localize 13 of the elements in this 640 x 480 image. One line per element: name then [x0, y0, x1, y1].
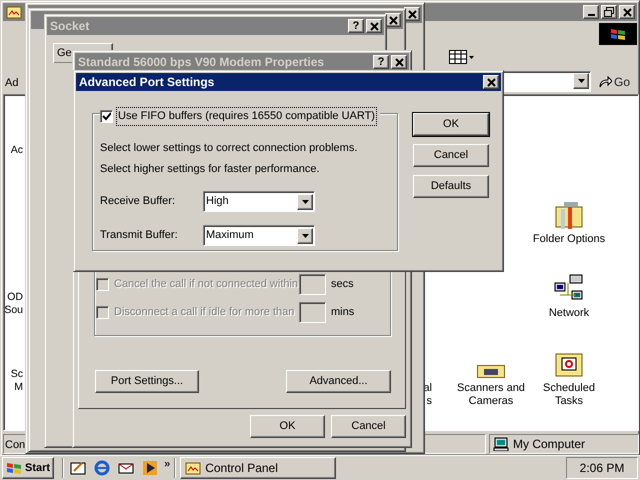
- option-label: Disconnect a call if idle for more than: [114, 305, 294, 320]
- window-title: Socket: [50, 18, 90, 35]
- field-label: Transmit Buffer:: [100, 228, 179, 244]
- window-title: Standard 56000 bps V90 Modem Properties: [78, 54, 326, 71]
- field-label: Receive Buffer:: [100, 194, 176, 210]
- unit-label: secs: [331, 277, 354, 292]
- status-text: My Computer: [513, 436, 586, 453]
- hint-text: Select lower settings to correct connection problems.: [100, 141, 358, 156]
- unit-label: mins: [331, 305, 354, 320]
- address-label: Ad: [5, 76, 18, 91]
- clock: 2:06 PM: [566, 457, 638, 479]
- window-title: Advanced Port Settings: [79, 74, 216, 91]
- hint-text: Select higher settings for faster performance.: [100, 162, 320, 176]
